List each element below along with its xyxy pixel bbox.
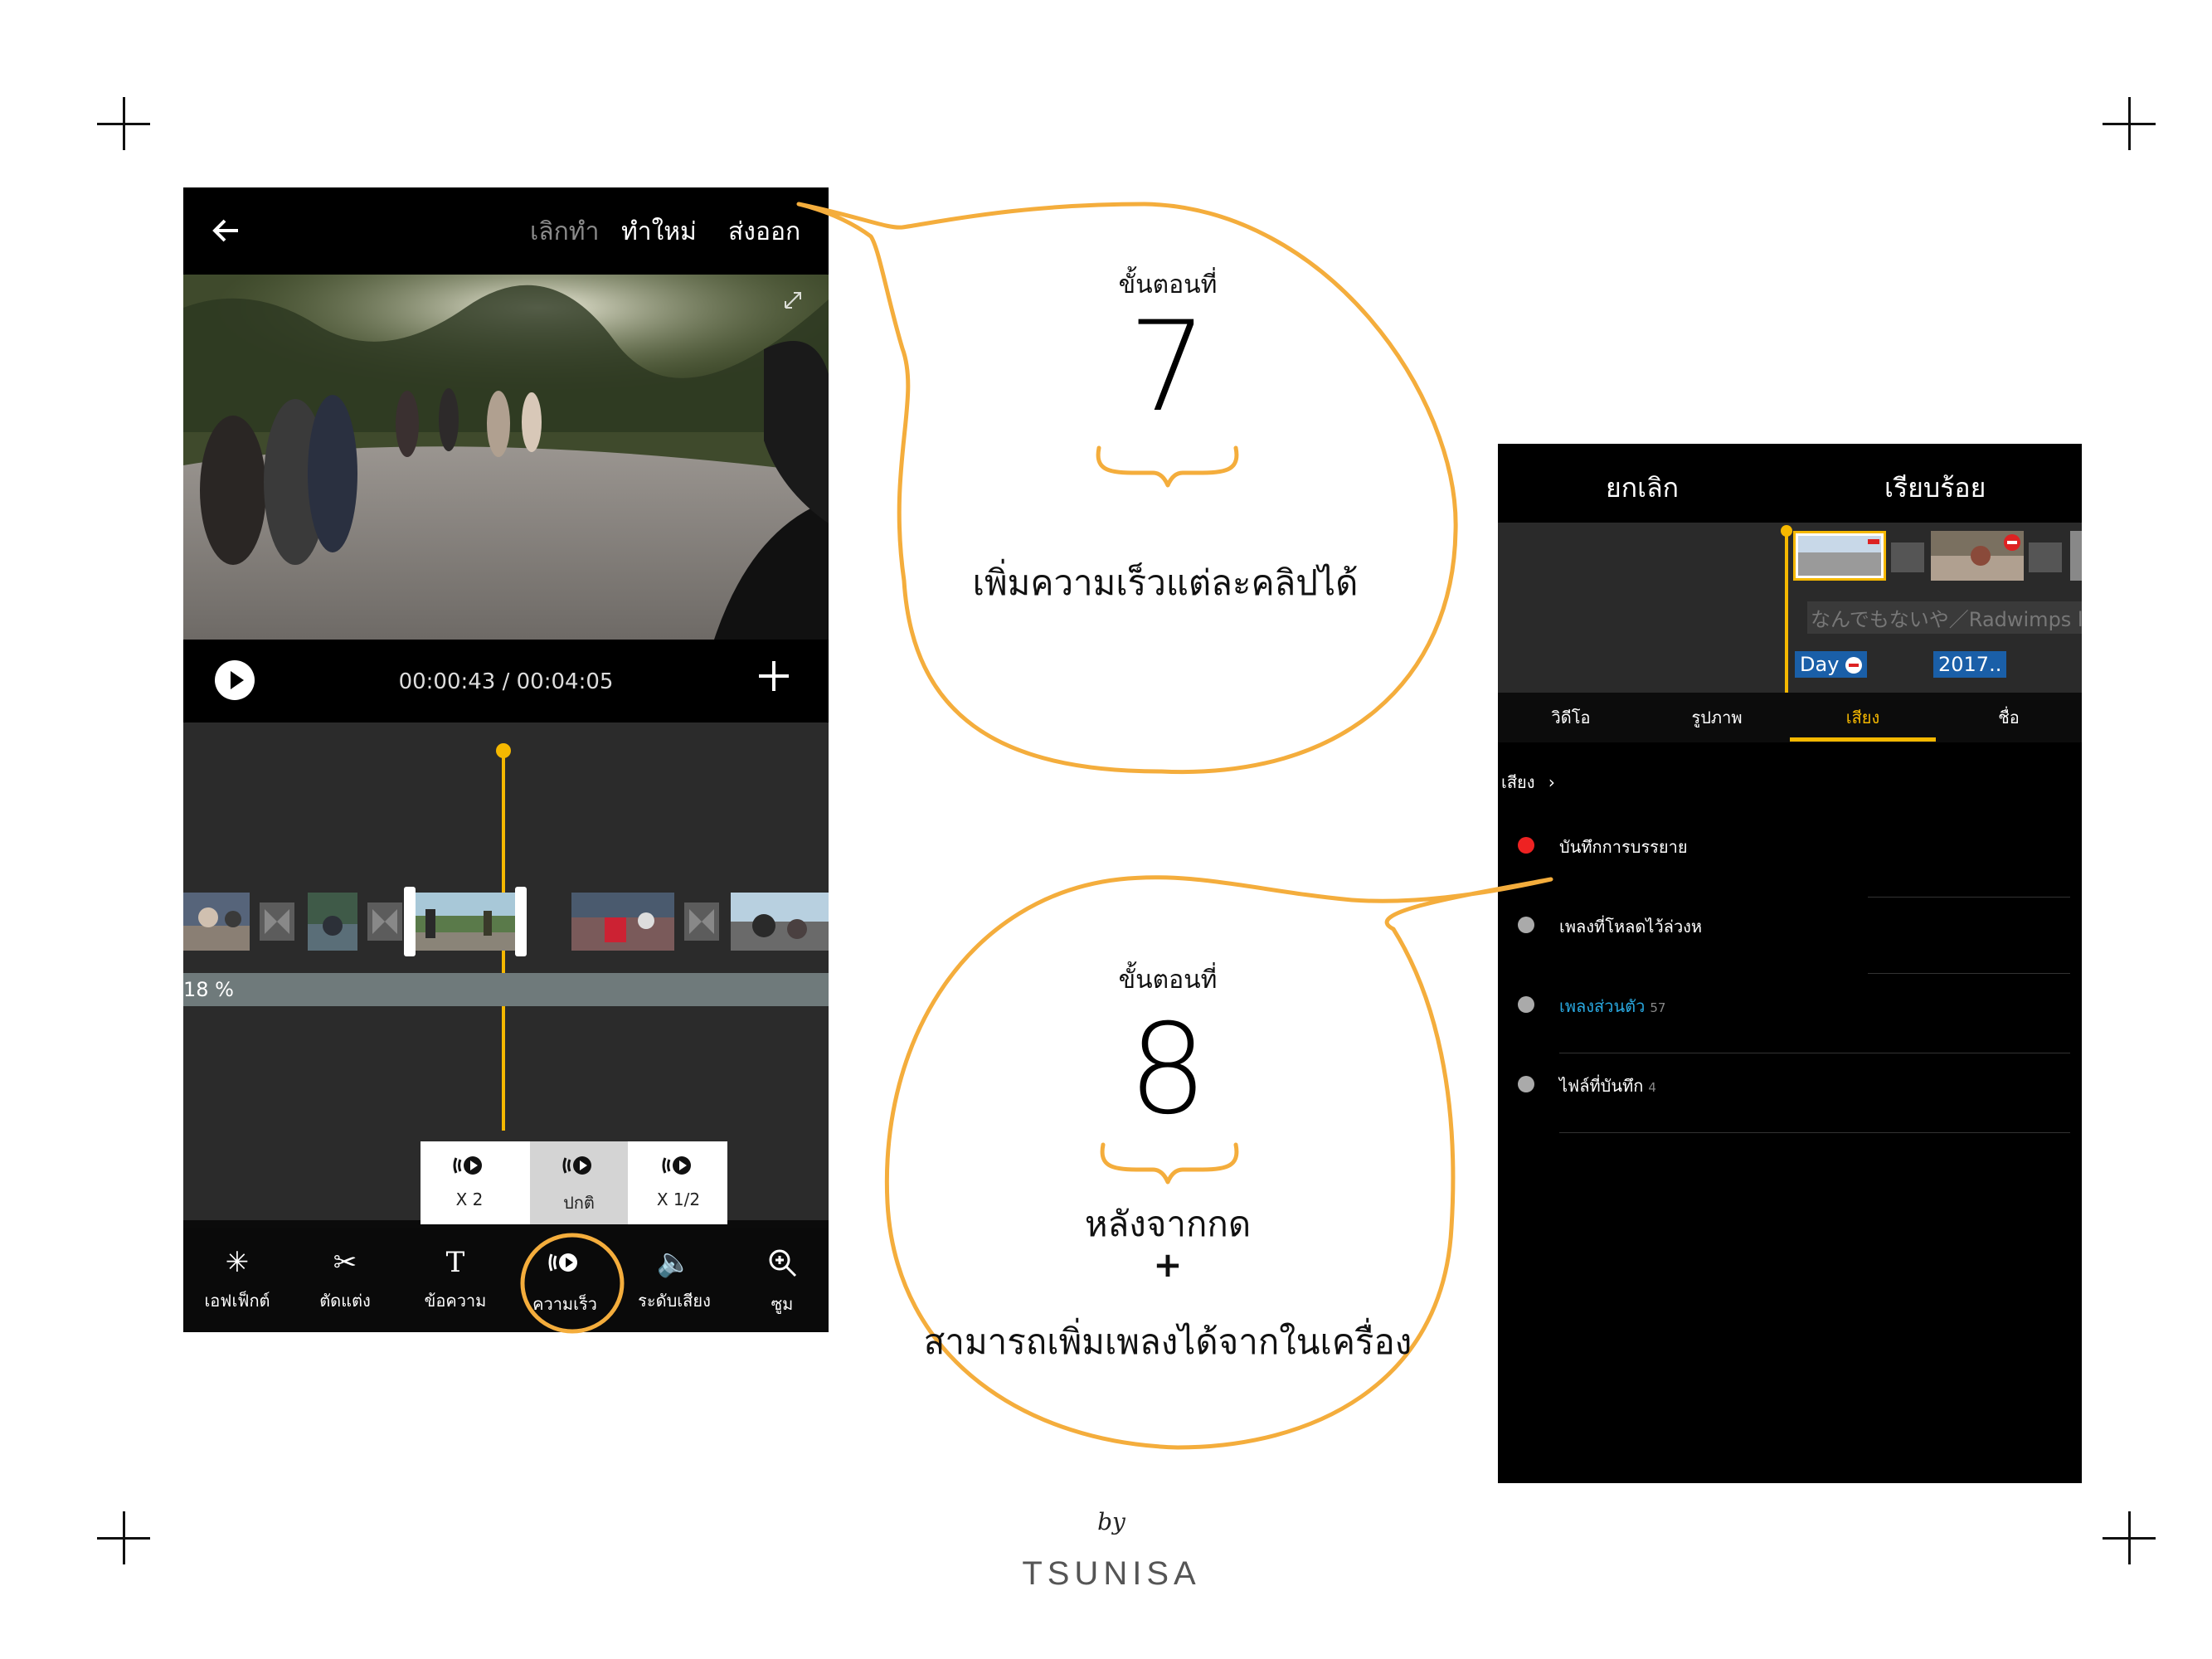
- step-8-label: ขั้นตอนที่: [1118, 966, 1218, 995]
- step-8-number: 8: [1128, 998, 1208, 1142]
- credit-by: by: [1097, 1508, 1125, 1535]
- step-7-number: 7: [1128, 295, 1208, 440]
- annotation-layer: [520, 202, 1553, 1450]
- step-8-plus: +: [1153, 1244, 1183, 1285]
- credit-author: TSUNISA: [1022, 1555, 1201, 1592]
- step-8-description-2: สามารถเพิ่มเพลงได้จากในเครื่อง: [923, 1321, 1412, 1362]
- step-7-description: เพิ่มความเร็วแต่ละคลิปได้: [972, 562, 1359, 603]
